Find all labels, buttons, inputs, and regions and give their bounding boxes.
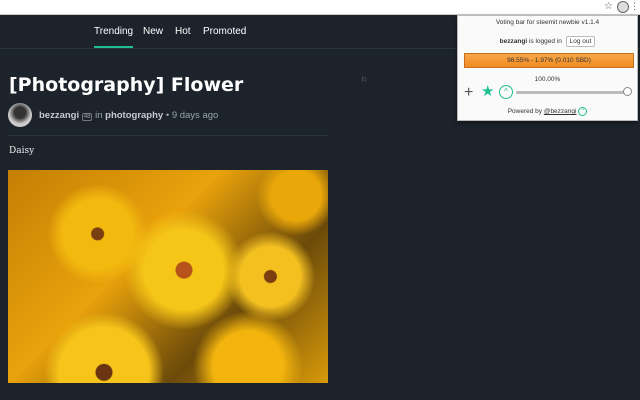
logged-in-text: is logged in [528,38,562,45]
tab-hot[interactable]: Hot [175,26,191,37]
login-status: bezzangi is logged in Log out [458,36,637,47]
flower-photo [8,170,328,383]
in-label: in [95,110,103,121]
powered-user-link[interactable]: @bezzangi [544,108,577,115]
post-meta: bezzangi 48 in photography • 9 days ago [39,110,219,121]
tab-promoted[interactable]: Promoted [203,26,246,37]
star-icon[interactable]: ★ [481,84,494,100]
powered-by: Powered by @bezzangi ^ [458,107,637,116]
post-title: [Photography] Flower [9,74,244,96]
username: bezzangi [499,38,528,45]
vote-weight-slider[interactable] [516,91,628,94]
upvote-icon[interactable]: ^ [578,107,588,116]
reputation-badge: 48 [81,113,93,121]
author-link[interactable]: bezzangi [39,110,79,121]
extension-popup: Voting bar for steemit newbie v1.1.4 bez… [457,15,638,121]
voting-power-bar: 98.55% - 1.97% (0.010 SBD) [464,53,634,68]
vote-weight-label: 100.00% [534,76,561,83]
browser-address-bar[interactable]: ☆ ⋮ [0,0,640,15]
popup-title: Voting bar for steemit newbie v1.1.4 [495,19,600,26]
powered-by-label: Powered by [507,108,543,116]
divider [8,135,328,136]
extension-icon[interactable] [617,1,629,13]
category-link[interactable]: photography [105,110,163,121]
post-body-text: Daisy [9,146,35,156]
post-age: 9 days ago [171,110,219,121]
tab-new[interactable]: New [143,26,163,37]
logout-button[interactable]: Log out [565,36,596,47]
upvote-button[interactable]: ^ [499,85,513,99]
avatar[interactable] [8,103,32,127]
bookmark-star-icon[interactable]: ☆ [604,1,613,12]
plus-icon[interactable]: + [464,85,473,101]
tab-trending[interactable]: Trending [94,26,134,48]
flag-icon[interactable]: ⚐ [361,76,367,84]
browser-menu-icon[interactable]: ⋮ [630,1,639,12]
slider-handle[interactable] [623,87,632,96]
